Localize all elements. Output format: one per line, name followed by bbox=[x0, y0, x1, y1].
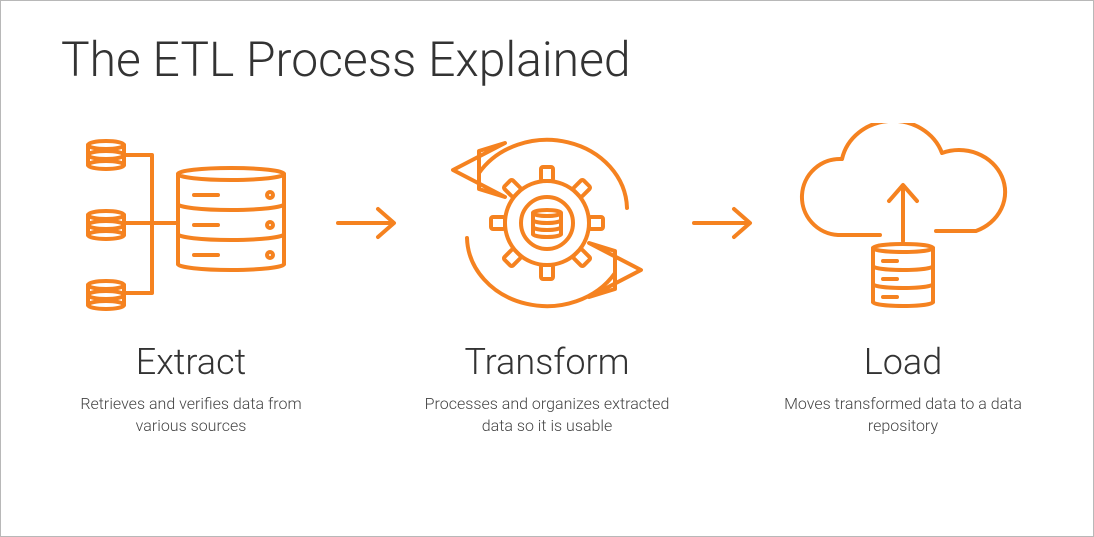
stage-title-transform: Transform bbox=[464, 341, 629, 383]
stage-desc-extract: Retrieves and verifies data from various… bbox=[61, 393, 321, 438]
diagram-title: The ETL Process Explained bbox=[61, 31, 1033, 88]
stages-row: Extract Retrieves and verifies data from… bbox=[61, 113, 1033, 438]
transform-icon bbox=[417, 113, 677, 333]
stage-extract: Extract Retrieves and verifies data from… bbox=[61, 113, 321, 438]
stage-desc-transform: Processes and organizes extracted data s… bbox=[417, 393, 677, 438]
stage-title-extract: Extract bbox=[136, 341, 246, 383]
stage-desc-load: Moves transformed data to a data reposit… bbox=[773, 393, 1033, 438]
extract-icon bbox=[76, 113, 306, 333]
arrow-icon bbox=[324, 113, 414, 333]
load-icon bbox=[773, 113, 1033, 333]
stage-transform: Transform Processes and organizes extrac… bbox=[417, 113, 677, 438]
arrow-icon bbox=[680, 113, 770, 333]
stage-load: Load Moves transformed data to a data re… bbox=[773, 113, 1033, 438]
stage-title-load: Load bbox=[864, 341, 942, 383]
